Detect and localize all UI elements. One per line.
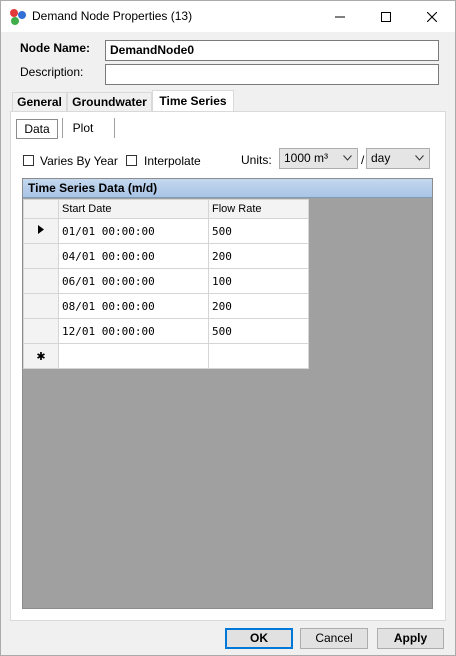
row-header[interactable] (23, 218, 59, 244)
minimize-button[interactable] (317, 1, 363, 32)
cell-start-date[interactable]: 06/01 00:00:00 (58, 268, 209, 294)
row-header[interactable] (23, 268, 59, 294)
node-name-label: Node Name: (20, 41, 91, 55)
units-separator: / (361, 153, 365, 167)
cell-start-date[interactable]: 08/01 00:00:00 (58, 293, 209, 319)
node-name-input[interactable]: DemandNode0 (105, 40, 439, 61)
data-table: Start Date Flow Rate 01/01 00:00:00 500 (23, 199, 309, 369)
cell-start-date[interactable]: 12/01 00:00:00 (58, 318, 209, 344)
table-header-row: Start Date Flow Rate (23, 199, 309, 219)
cell-flow-rate[interactable]: 500 (208, 318, 309, 344)
column-header-start-date[interactable]: Start Date (58, 199, 209, 219)
cell-flow-rate[interactable]: 100 (208, 268, 309, 294)
cell-flow-rate[interactable] (208, 343, 309, 369)
row-header[interactable] (23, 318, 59, 344)
table-row[interactable]: 01/01 00:00:00 500 (23, 218, 309, 244)
subtab-data[interactable]: Data (16, 119, 58, 139)
units-time-select[interactable]: day (366, 148, 430, 169)
close-icon (427, 11, 437, 22)
table-row[interactable]: 04/01 00:00:00 200 (23, 243, 309, 269)
cell-start-date[interactable]: 04/01 00:00:00 (58, 243, 209, 269)
new-row[interactable]: ✱ (23, 343, 309, 369)
close-button[interactable] (409, 1, 455, 32)
app-icon (10, 9, 26, 25)
minimize-icon (335, 16, 345, 17)
row-header[interactable] (23, 243, 59, 269)
tab-time-series[interactable]: Time Series (152, 90, 234, 112)
column-header-flow-rate[interactable]: Flow Rate (208, 199, 309, 219)
tab-general[interactable]: General (12, 92, 67, 112)
subtab-plot[interactable]: Plot (63, 119, 103, 139)
varies-by-year-checkbox[interactable] (23, 155, 34, 166)
varies-by-year-label: Varies By Year (40, 154, 118, 168)
title-bar[interactable]: Demand Node Properties (13) (1, 1, 455, 32)
cell-start-date[interactable]: 01/01 00:00:00 (58, 218, 209, 244)
cell-flow-rate[interactable]: 200 (208, 293, 309, 319)
cell-flow-rate[interactable]: 500 (208, 218, 309, 244)
cell-start-date[interactable] (58, 343, 209, 369)
apply-button[interactable]: Apply (377, 628, 444, 649)
chevron-down-icon (415, 155, 424, 161)
tab-groundwater[interactable]: Groundwater (67, 92, 152, 112)
units-volume-value: 1000 m³ (284, 151, 329, 165)
description-label: Description: (20, 65, 84, 79)
subtab-divider (114, 118, 115, 138)
interpolate-label: Interpolate (144, 154, 201, 168)
description-input[interactable] (105, 64, 439, 85)
cancel-button[interactable]: Cancel (300, 628, 368, 649)
row-header-corner[interactable] (23, 199, 59, 219)
row-header[interactable] (23, 293, 59, 319)
units-time-value: day (371, 151, 391, 165)
interpolate-checkbox[interactable] (126, 155, 137, 166)
cell-flow-rate[interactable]: 200 (208, 243, 309, 269)
window-title: Demand Node Properties (13) (32, 9, 193, 23)
table-row[interactable]: 08/01 00:00:00 200 (23, 293, 309, 319)
table-row[interactable]: 06/01 00:00:00 100 (23, 268, 309, 294)
maximize-icon (381, 11, 391, 22)
ok-button[interactable]: OK (225, 628, 293, 649)
new-row-icon: ✱ (23, 343, 59, 369)
grid-caption: Time Series Data (m/d) (23, 179, 432, 198)
units-volume-select[interactable]: 1000 m³ (279, 148, 358, 169)
current-row-icon (38, 225, 44, 234)
chevron-down-icon (343, 155, 352, 161)
maximize-button[interactable] (363, 1, 409, 32)
time-series-grid: Time Series Data (m/d) Start Date Flow R… (22, 178, 433, 609)
table-row[interactable]: 12/01 00:00:00 500 (23, 318, 309, 344)
dialog-window: Demand Node Properties (13) Node Name: D… (0, 0, 456, 656)
units-label: Units: (241, 153, 272, 167)
